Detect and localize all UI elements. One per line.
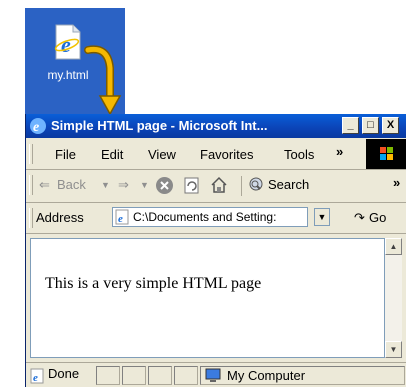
status-panel [96, 366, 120, 385]
forward-button[interactable]: ⇒ [118, 177, 129, 193]
maximize-button[interactable]: □ [362, 117, 379, 134]
standard-toolbar: ⇐ Back ▼ ⇒ ▼ Search » [26, 170, 406, 203]
toolbar-grip[interactable] [29, 144, 33, 164]
menu-file[interactable]: File [55, 147, 76, 162]
toolbar-separator [241, 176, 242, 196]
status-zone-panel: My Computer [200, 366, 405, 385]
search-label: Search [268, 177, 310, 192]
forward-dropdown-icon[interactable]: ▼ [140, 180, 149, 190]
address-input[interactable]: e C:\Documents and Setting: [112, 207, 308, 227]
menu-favorites[interactable]: Favorites [200, 147, 253, 162]
status-panel [122, 366, 146, 385]
go-arrow-icon: ↷ [354, 210, 365, 225]
scroll-down-icon[interactable]: ▼ [385, 341, 402, 358]
vertical-scrollbar[interactable]: ▲ ▼ [385, 238, 402, 358]
status-bar: e Done My Computer [26, 362, 406, 388]
menu-edit[interactable]: Edit [101, 147, 123, 162]
stop-icon[interactable] [156, 177, 173, 194]
toolbar-grip[interactable] [29, 175, 33, 195]
computer-icon [205, 368, 223, 383]
address-value: C:\Documents and Setting: [133, 210, 277, 224]
menu-view[interactable]: View [148, 147, 176, 162]
go-label: Go [369, 210, 387, 225]
toolbar-grip[interactable] [29, 208, 33, 228]
close-button[interactable]: X [382, 117, 399, 134]
ie-html-file-icon: e [53, 24, 83, 60]
status-done: Done [48, 366, 80, 381]
menu-overflow-chevron[interactable]: » [336, 144, 343, 159]
svg-text:e: e [33, 372, 38, 384]
svg-text:e: e [33, 120, 39, 135]
title-bar[interactable]: e Simple HTML page - Microsoft Int... _ … [26, 114, 406, 138]
menu-bar: File Edit View Favorites Tools » [26, 139, 406, 170]
status-panel [148, 366, 172, 385]
toolbar-overflow-chevron[interactable]: » [393, 175, 400, 190]
browser-window: e Simple HTML page - Microsoft Int... _ … [25, 114, 406, 387]
page-icon: e [115, 209, 131, 225]
svg-text:e: e [61, 32, 71, 57]
arrow-icon [84, 45, 122, 116]
refresh-icon[interactable] [184, 177, 200, 194]
page-body-text: This is a very simple HTML page [45, 275, 262, 292]
search-icon [248, 177, 265, 194]
status-panel [174, 366, 198, 385]
done-page-icon: e [30, 368, 46, 384]
back-label: Back [57, 177, 86, 192]
back-arrow-icon: ⇐ [39, 177, 50, 192]
ie-icon: e [29, 117, 47, 135]
page-content: This is a very simple HTML page [30, 238, 385, 358]
svg-text:e: e [118, 213, 123, 225]
back-dropdown-icon[interactable]: ▼ [101, 180, 110, 190]
address-label: Address [36, 210, 84, 225]
scroll-up-icon[interactable]: ▲ [385, 238, 402, 255]
menu-tools[interactable]: Tools [284, 147, 314, 162]
status-zone: My Computer [227, 368, 306, 383]
minimize-button[interactable]: _ [342, 117, 359, 134]
window-title: Simple HTML page - Microsoft Int... [51, 118, 268, 133]
home-icon[interactable] [210, 176, 228, 194]
windows-logo-icon [366, 139, 406, 169]
address-dropdown-button[interactable]: ▼ [314, 208, 330, 226]
address-bar: Address e C:\Documents and Setting: ▼ ↷ … [26, 203, 406, 234]
